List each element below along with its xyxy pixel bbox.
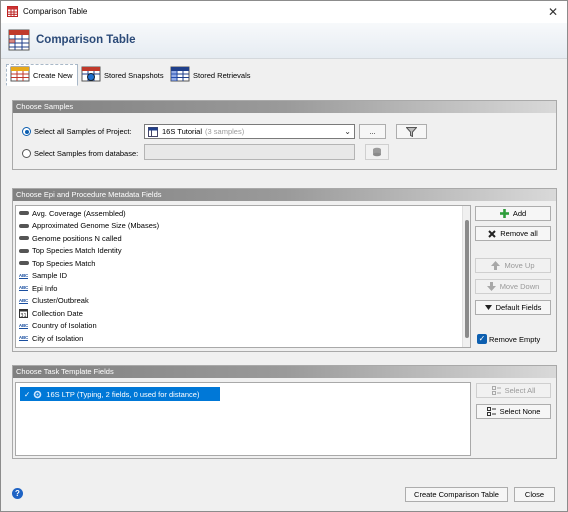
select-project-radio[interactable]	[22, 127, 31, 136]
select-database-label: Select Samples from database:	[34, 149, 139, 158]
numeric-field-icon	[18, 261, 29, 265]
remove-empty-label: Remove Empty	[489, 335, 541, 344]
text-field-icon: ABC	[18, 297, 29, 304]
dropdown-arrow-icon	[484, 305, 492, 310]
list-item[interactable]: Avg. Coverage (Assembled)	[18, 207, 126, 219]
select-none-icon	[486, 407, 496, 416]
window-title: Comparison Table	[23, 7, 88, 16]
numeric-field-icon	[18, 211, 29, 215]
retrieval-icon	[170, 66, 193, 84]
list-item[interactable]: ABC City of Isolation	[18, 332, 83, 344]
list-item[interactable]: Genome positions N called	[18, 232, 122, 244]
move-down-button[interactable]: Move Down	[475, 279, 551, 294]
project-sample-count: (3 samples)	[205, 127, 245, 136]
window-close-button[interactable]: ✕	[545, 4, 561, 20]
close-button[interactable]: Close	[514, 487, 555, 502]
move-up-button[interactable]: Move Up	[475, 258, 551, 273]
arrow-up-icon	[491, 261, 501, 270]
text-field-icon: ABC	[18, 335, 29, 341]
arrow-down-icon	[486, 282, 496, 291]
database-button[interactable]	[365, 144, 389, 160]
numeric-field-icon	[18, 223, 29, 228]
dialog-header: Comparison Table	[1, 23, 567, 59]
section-title: Choose Task Template Fields	[13, 366, 556, 378]
create-comparison-table-button[interactable]: Create Comparison Table	[405, 487, 508, 502]
task-template-group: Choose Task Template Fields ✓ 16S LTP (T…	[12, 365, 557, 459]
table-new-icon	[10, 66, 33, 84]
tab-bar: Create New Stored Snapshots Stored Retri…	[1, 60, 567, 90]
numeric-field-icon	[18, 248, 29, 253]
filter-icon	[406, 126, 417, 137]
remove-all-button[interactable]: Remove all	[475, 226, 551, 241]
list-item[interactable]: ABC Sample ID	[18, 270, 67, 282]
list-item[interactable]: ABC Country of Isolation	[18, 320, 97, 332]
tab-label: Stored Snapshots	[104, 70, 164, 80]
section-title: Choose Samples	[13, 101, 556, 113]
metadata-fields-group: Choose Epi and Procedure Metadata Fields…	[12, 188, 557, 352]
chevron-down-icon: ⌄	[344, 127, 351, 136]
tab-label: Create New	[33, 70, 73, 80]
text-field-icon: ABC	[18, 322, 29, 329]
check-icon: ✓	[24, 389, 31, 399]
project-icon	[148, 126, 158, 137]
vertical-scrollbar[interactable]	[462, 206, 470, 347]
add-icon	[499, 209, 509, 218]
list-item[interactable]: 31 Collection Date	[18, 307, 83, 319]
browse-button[interactable]: ...	[359, 124, 386, 139]
help-icon[interactable]: ?	[12, 488, 23, 499]
list-item[interactable]: Top Species Match	[18, 257, 95, 269]
tab-label: Stored Retrievals	[193, 70, 251, 80]
metadata-fields-list[interactable]: Avg. Coverage (Assembled) Approximated G…	[15, 205, 471, 348]
title-bar: Comparison Table ✕	[1, 1, 567, 23]
select-all-icon	[491, 386, 501, 395]
select-none-button[interactable]: Select None	[476, 404, 551, 419]
date-field-icon: 31	[18, 308, 29, 318]
list-item[interactable]: ABC Epi Info	[18, 282, 57, 294]
comparison-table-icon	[8, 29, 30, 53]
select-all-button[interactable]: Select All	[476, 383, 551, 398]
table-icon	[7, 6, 18, 19]
list-item[interactable]: Top Species Match Identity	[18, 245, 122, 257]
tab-stored-retrievals[interactable]: Stored Retrievals	[167, 64, 255, 86]
text-field-icon: ABC	[18, 285, 29, 291]
scrollbar-thumb[interactable]	[465, 220, 469, 338]
page-title: Comparison Table	[36, 34, 136, 46]
remove-empty-checkbox[interactable]: ✓	[477, 334, 487, 344]
snapshot-icon	[81, 66, 104, 84]
gear-icon	[33, 390, 42, 399]
close-icon	[488, 229, 496, 238]
database-samples-field[interactable]	[144, 144, 355, 160]
tab-create-new[interactable]: Create New	[6, 64, 78, 86]
dialog-window: Comparison Table ✕ Comparison Table Crea…	[0, 0, 568, 512]
section-title: Choose Epi and Procedure Metadata Fields	[13, 189, 556, 201]
list-item[interactable]: ✓ 16S LTP (Typing, 2 fields, 0 used for …	[20, 387, 220, 401]
database-icon	[372, 147, 382, 157]
project-name: 16S Tutorial	[162, 127, 203, 136]
filter-button[interactable]	[396, 124, 427, 139]
add-button[interactable]: Add	[475, 206, 551, 221]
project-select[interactable]: 16S Tutorial (3 samples) ⌄	[144, 124, 355, 139]
svg-text:31: 31	[20, 313, 26, 318]
tab-stored-snapshots[interactable]: Stored Snapshots	[78, 64, 168, 86]
numeric-field-icon	[18, 236, 29, 240]
list-item[interactable]: ABC Cluster/Outbreak	[18, 295, 89, 307]
select-project-label: Select all Samples of Project:	[34, 127, 132, 136]
choose-samples-group: Choose Samples Select all Samples of Pro…	[12, 100, 557, 170]
list-item[interactable]: Approximated Genome Size (Mbases)	[18, 220, 159, 232]
default-fields-button[interactable]: Default Fields	[475, 300, 551, 315]
text-field-icon: ABC	[18, 272, 29, 279]
select-database-radio[interactable]	[22, 149, 31, 158]
task-template-list[interactable]: ✓ 16S LTP (Typing, 2 fields, 0 used for …	[15, 382, 471, 456]
